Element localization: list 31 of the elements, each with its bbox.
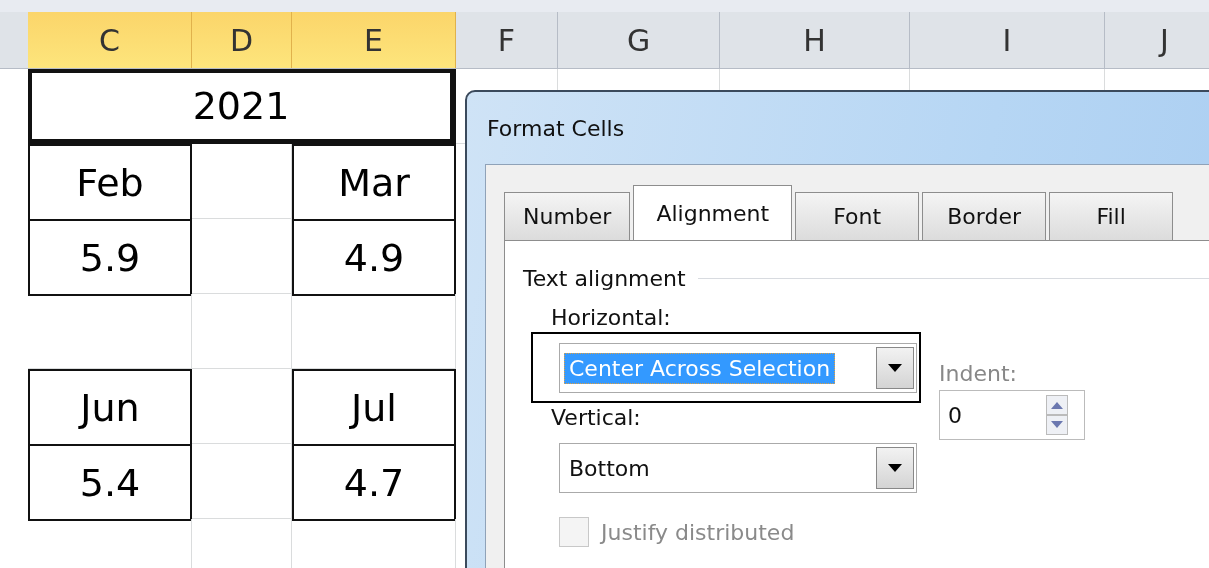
checkbox-label: Justify distributed xyxy=(601,519,795,545)
column-header[interactable]: D xyxy=(192,12,292,68)
table-cell: Jun xyxy=(28,369,192,446)
column-header[interactable]: H xyxy=(720,12,910,68)
column-header[interactable]: E xyxy=(292,12,456,68)
table-cell: 4.9 xyxy=(292,219,456,296)
table-cell: Jul xyxy=(292,369,456,446)
column-header[interactable]: I xyxy=(910,12,1105,68)
dropdown[interactable]: Bottom xyxy=(559,443,917,493)
column-header[interactable]: G xyxy=(558,12,720,68)
table-cell: 5.4 xyxy=(28,444,192,521)
column-header[interactable]: C xyxy=(28,12,192,68)
table-cell: Mar xyxy=(292,144,456,221)
tab[interactable]: Border xyxy=(922,192,1047,240)
spinner-arrows-icon[interactable] xyxy=(1046,395,1068,435)
column-header[interactable]: J xyxy=(1105,12,1209,68)
spin-field[interactable]: 0 xyxy=(939,390,1085,440)
column-header[interactable]: F xyxy=(456,12,558,68)
table-cell: 5.9 xyxy=(28,219,192,296)
field-label: Horizontal: xyxy=(550,305,672,330)
tab[interactable]: Font xyxy=(795,192,920,240)
table-cell: 4.7 xyxy=(292,444,456,521)
tab[interactable]: Alignment xyxy=(633,185,793,240)
tab[interactable]: Number xyxy=(504,192,631,240)
field-label: Indent: xyxy=(939,361,1018,386)
section-heading: Text alignment xyxy=(523,266,686,291)
window-title: Format Cells xyxy=(486,115,626,143)
tab[interactable]: Fill xyxy=(1049,192,1174,240)
field-label: Vertical: xyxy=(550,405,642,430)
merged-cell[interactable]: 2021 xyxy=(28,69,456,144)
table-cell: Feb xyxy=(28,144,192,221)
